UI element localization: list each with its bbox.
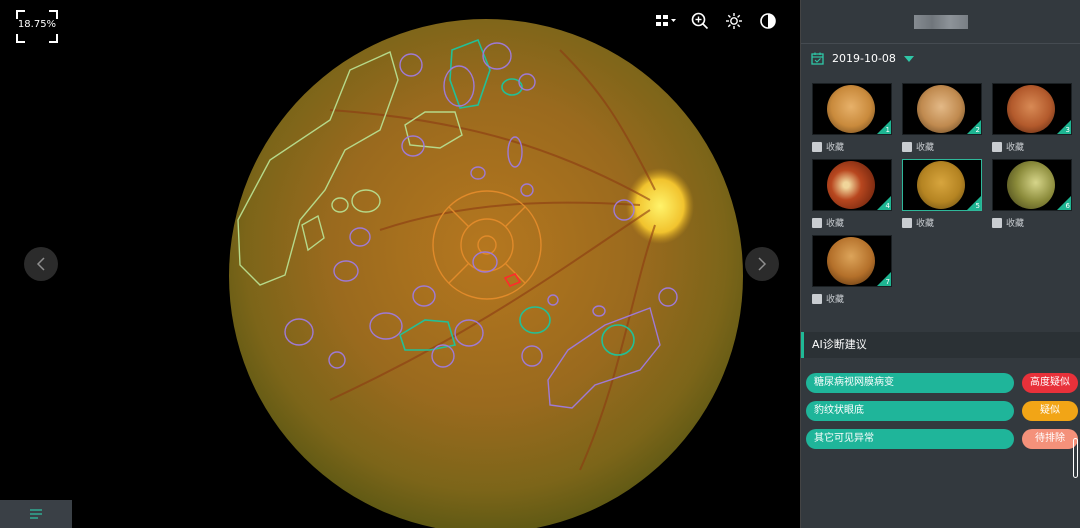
side-panel: 2019-10-08 1 收藏 2 收藏 3 收藏 4 收藏 5 收藏 6 收藏…: [800, 0, 1080, 528]
viewer-toolbar: [655, 10, 779, 32]
checkbox[interactable]: [902, 141, 912, 152]
thumbnail-item[interactable]: 1 收藏: [812, 83, 892, 153]
confidence-badge[interactable]: 待排除: [1022, 429, 1078, 449]
thumbnail-image[interactable]: 2: [902, 83, 982, 135]
ai-diagnosis-item[interactable]: 糖尿病视网膜病变 高度疑似: [806, 373, 1078, 393]
diagnosis-label[interactable]: 其它可见异常: [806, 429, 1014, 449]
ai-diagnosis-list: 糖尿病视网膜病变 高度疑似 豹纹状眼底 疑似 其它可见异常 待排除: [806, 373, 1078, 457]
menu-button[interactable]: [0, 500, 72, 528]
zoom-in-icon[interactable]: [689, 10, 711, 32]
checkbox[interactable]: [992, 141, 1002, 152]
thumbnail-image[interactable]: 1: [812, 83, 892, 135]
ai-diagnosis-item[interactable]: 其它可见异常 待排除: [806, 429, 1078, 449]
calendar-icon: [811, 52, 824, 65]
thumb-fundus: [827, 161, 875, 209]
optic-disc: [626, 168, 694, 244]
thumbnail-grid: 1 收藏 2 收藏 3 收藏 4 收藏 5 收藏 6 收藏 7 收藏: [812, 83, 1074, 305]
favorite-toggle[interactable]: 收藏: [812, 292, 892, 305]
thumbnail-item[interactable]: 2 收藏: [902, 83, 982, 153]
layout-grid-icon[interactable]: [655, 10, 677, 32]
checkbox[interactable]: [812, 217, 822, 228]
thumbnail-item[interactable]: 4 收藏: [812, 159, 892, 229]
thumbnail-item[interactable]: 3 收藏: [992, 83, 1072, 153]
thumbnail-item[interactable]: 6 收藏: [992, 159, 1072, 229]
thumbnail-image[interactable]: 5: [902, 159, 982, 211]
caret-down-icon[interactable]: [903, 55, 914, 63]
ai-diagnosis-header: AI诊断建议: [801, 332, 1080, 358]
exam-date: 2019-10-08: [832, 52, 896, 65]
thumb-fundus: [1007, 85, 1055, 133]
checkbox[interactable]: [812, 293, 822, 304]
thumbnail-item[interactable]: 5 收藏: [902, 159, 982, 229]
chevron-left-icon: [36, 257, 45, 271]
checkbox[interactable]: [812, 141, 822, 152]
diagnosis-label[interactable]: 糖尿病视网膜病变: [806, 373, 1014, 393]
contrast-icon[interactable]: [757, 10, 779, 32]
prev-image-button[interactable]: [24, 247, 58, 281]
favorite-toggle[interactable]: 收藏: [992, 140, 1072, 153]
thumb-fundus: [827, 85, 875, 133]
thumbnail-image[interactable]: 3: [992, 83, 1072, 135]
thumb-fundus: [917, 161, 965, 209]
ai-diagnosis-item[interactable]: 豹纹状眼底 疑似: [806, 401, 1078, 421]
fundus-disc: [229, 19, 743, 528]
brightness-icon[interactable]: [723, 10, 745, 32]
thumb-fundus: [827, 237, 875, 285]
favorite-toggle[interactable]: 收藏: [812, 216, 892, 229]
favorite-toggle[interactable]: 收藏: [992, 216, 1072, 229]
favorite-toggle[interactable]: 收藏: [902, 216, 982, 229]
chevron-right-icon: [758, 257, 767, 271]
zoom-indicator: 18.75%: [16, 10, 58, 43]
image-viewer[interactable]: 18.75%: [0, 0, 800, 528]
thumbnail-image[interactable]: 4: [812, 159, 892, 211]
patient-name-redacted: [914, 14, 968, 29]
patient-header: [801, 0, 1080, 44]
thumb-fundus: [917, 85, 965, 133]
next-image-button[interactable]: [745, 247, 779, 281]
checkbox[interactable]: [992, 217, 1002, 228]
thumb-fundus: [1007, 161, 1055, 209]
favorite-toggle[interactable]: 收藏: [902, 140, 982, 153]
checkbox[interactable]: [902, 217, 912, 228]
thumbnail-image[interactable]: 6: [992, 159, 1072, 211]
fundus-image[interactable]: [0, 0, 800, 528]
diagnosis-label[interactable]: 豹纹状眼底: [806, 401, 1014, 421]
zoom-level: 18.75%: [17, 19, 57, 30]
thumbnail-image[interactable]: 7: [812, 235, 892, 287]
scrollbar[interactable]: [1073, 438, 1078, 478]
date-selector[interactable]: 2019-10-08: [811, 52, 914, 65]
confidence-badge[interactable]: 高度疑似: [1022, 373, 1078, 393]
thumbnail-item[interactable]: 7 收藏: [812, 235, 892, 305]
confidence-badge[interactable]: 疑似: [1022, 401, 1078, 421]
list-icon: [30, 509, 42, 519]
favorite-toggle[interactable]: 收藏: [812, 140, 892, 153]
